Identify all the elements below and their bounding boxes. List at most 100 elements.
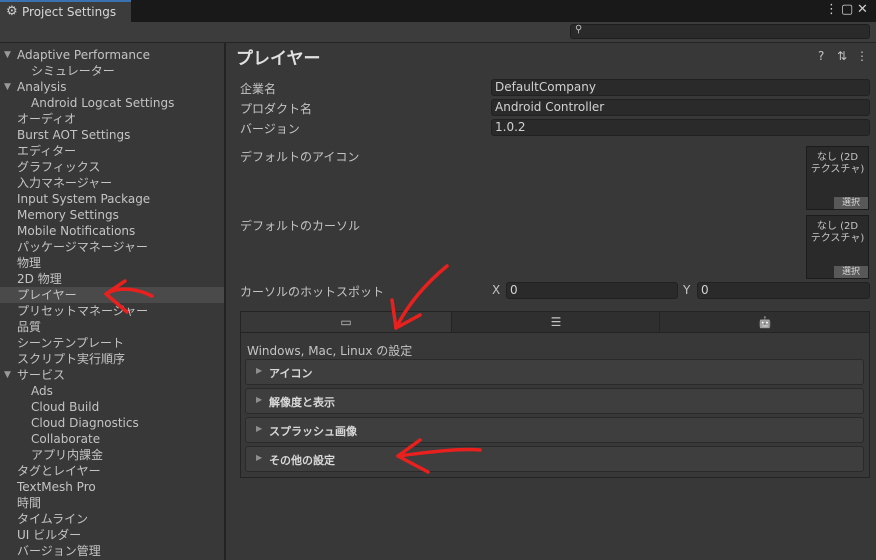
foldout-arrow-icon[interactable]: ▼ [4, 79, 11, 95]
window-title-bar: ⚙ Project Settings ⋮ ▢ ✕ [0, 0, 876, 22]
sidebar-item-label: サービス [17, 368, 66, 382]
section-other-settings[interactable]: ▶ その他の設定 [245, 446, 864, 472]
hotspot-y-field[interactable]: 0 [697, 282, 870, 299]
sidebar-item[interactable]: アプリ内課金 [0, 447, 224, 463]
texture-none-text-2: テクスチャ) [810, 164, 865, 175]
default-cursor-label: デフォルトのカーソル [240, 219, 361, 233]
version-field[interactable]: 1.0.2 [491, 119, 870, 136]
sidebar-item[interactable]: Memory Settings [0, 207, 224, 223]
sidebar-item[interactable]: Burst AOT Settings [0, 127, 224, 143]
sidebar-item-label: シミュレーター [31, 64, 115, 78]
tab-android[interactable]: 🤖 [659, 312, 870, 332]
sidebar-item[interactable]: 時間 [0, 495, 224, 511]
sidebar-item[interactable]: 2D 物理 [0, 271, 224, 287]
sidebar-item-label: パッケージマネージャー [17, 240, 148, 254]
sidebar-item[interactable]: グラフィックス [0, 159, 224, 175]
sidebar-item-label: UI ビルダー [17, 528, 82, 542]
sidebar-item-label: タグとレイヤー [17, 464, 101, 478]
sidebar-item-label: 品質 [17, 320, 42, 334]
sidebar-item[interactable]: ▼ Adaptive Performance [0, 47, 224, 63]
sidebar-item[interactable]: 品質 [0, 319, 224, 335]
sidebar-item-label: TextMesh Pro [17, 480, 96, 494]
sidebar-item-label: プリセットマネージャー [17, 304, 149, 318]
preset-icon[interactable]: ⇅ [837, 49, 847, 63]
sidebar-item[interactable]: プレイヤー [0, 287, 224, 303]
window-tab-title: Project Settings [22, 5, 117, 19]
sidebar-item[interactable]: オーディオ [0, 111, 224, 127]
sidebar-item[interactable]: 入力マネージャー [0, 175, 224, 191]
default-icon-label: デフォルトのアイコン [240, 150, 360, 164]
sidebar-item[interactable]: バージョン管理 [0, 543, 224, 559]
sidebar-item-label: シーンテンプレート [17, 336, 125, 350]
sidebar-item[interactable]: プリセットマネージャー [0, 303, 224, 319]
sidebar-item[interactable]: Input System Package [0, 191, 224, 207]
sidebar-item-label: Collaborate [31, 432, 101, 446]
sidebar-item-label: グラフィックス [17, 160, 101, 174]
sidebar-item[interactable]: Android Logcat Settings [0, 95, 224, 111]
help-icon[interactable]: ? [818, 49, 824, 63]
sidebar-item[interactable]: タグとレイヤー [0, 463, 224, 479]
foldout-arrow-icon[interactable]: ▼ [4, 367, 11, 383]
android-icon: 🤖 [758, 316, 772, 329]
maximize-icon[interactable]: ▢ [841, 2, 853, 17]
section-title: その他の設定 [269, 454, 335, 467]
foldout-arrow-icon[interactable]: ▼ [4, 47, 11, 63]
sidebar-item-label: Adaptive Performance [17, 48, 150, 62]
section-icon[interactable]: ▶ アイコン [245, 359, 864, 385]
foldout-arrow-icon: ▶ [256, 453, 263, 462]
sidebar-item-label: エディター [17, 144, 77, 158]
settings-sidebar: ▼ Adaptive Performance シミュレーター ▼ Analysis And… [0, 43, 224, 560]
section-resolution[interactable]: ▶ 解像度と表示 [245, 388, 864, 414]
hotspot-x-field[interactable]: 0 [506, 282, 678, 299]
sidebar-item-label: Burst AOT Settings [17, 128, 131, 142]
cursor-hotspot-label: カーソルのホットスポット [240, 285, 385, 299]
version-label: バージョン [240, 122, 300, 136]
platform-settings-title: Windows, Mac, Linux の設定 [247, 344, 413, 358]
sidebar-item-label: プレイヤー [17, 288, 77, 302]
sidebar-item[interactable]: Collaborate [0, 431, 224, 447]
sidebar-item[interactable]: ▼ Analysis [0, 79, 224, 95]
tab-server[interactable]: ☰ [451, 312, 660, 332]
company-name-label: 企業名 [240, 82, 277, 96]
toolbar: ⚲ [0, 22, 876, 43]
more-menu-icon[interactable]: ⋮ [825, 2, 838, 17]
hotspot-x-label: X [492, 283, 501, 297]
gear-icon: ⚙ [6, 4, 18, 19]
sidebar-item[interactable]: シミュレーター [0, 63, 224, 79]
default-cursor-select-button[interactable]: 選択 [834, 266, 868, 278]
more-icon[interactable]: ⋮ [856, 49, 868, 63]
sidebar-item-label: 入力マネージャー [17, 176, 113, 190]
section-title: スプラッシュ画像 [269, 425, 357, 438]
sidebar-item-label: Ads [31, 384, 53, 398]
sidebar-item[interactable]: タイムライン [0, 511, 224, 527]
window-tab[interactable]: ⚙ Project Settings [0, 0, 131, 22]
sidebar-item[interactable]: パッケージマネージャー [0, 239, 224, 255]
sidebar-item-label: スクリプト実行順序 [17, 352, 126, 366]
close-icon[interactable]: ✕ [857, 2, 868, 17]
sidebar-item[interactable]: TextMesh Pro [0, 479, 224, 495]
platform-tab-bar: ▭ ☰ 🤖 [240, 311, 870, 333]
sidebar-item[interactable]: スクリプト実行順序 [0, 351, 224, 367]
tab-standalone[interactable]: ▭ [241, 312, 451, 332]
default-cursor-texture-field[interactable]: なし (2D テクスチャ) 選択 [806, 215, 869, 279]
section-splash[interactable]: ▶ スプラッシュ画像 [245, 417, 864, 443]
sidebar-item[interactable]: Cloud Diagnostics [0, 415, 224, 431]
company-name-field[interactable]: DefaultCompany [491, 79, 870, 96]
search-input[interactable]: ⚲ [570, 24, 870, 39]
hotspot-y-label: Y [683, 283, 691, 297]
sidebar-item[interactable]: Mobile Notifications [0, 223, 224, 239]
sidebar-item[interactable]: エディター [0, 143, 224, 159]
sidebar-item[interactable]: UI ビルダー [0, 527, 224, 543]
sidebar-item[interactable]: ▼ サービス [0, 367, 224, 383]
sidebar-item-label: Cloud Build [31, 400, 100, 414]
sidebar-item[interactable]: 物理 [0, 255, 224, 271]
sidebar-item-label: Memory Settings [17, 208, 119, 222]
default-icon-select-button[interactable]: 選択 [834, 197, 868, 209]
section-title: 解像度と表示 [269, 396, 335, 409]
sidebar-item[interactable]: Cloud Build [0, 399, 224, 415]
default-icon-texture-field[interactable]: なし (2D テクスチャ) 選択 [806, 146, 869, 210]
product-name-field[interactable]: Android Controller [491, 99, 870, 116]
sidebar-item-label: Android Logcat Settings [31, 96, 175, 110]
sidebar-item[interactable]: シーンテンプレート [0, 335, 224, 351]
sidebar-item[interactable]: Ads [0, 383, 224, 399]
